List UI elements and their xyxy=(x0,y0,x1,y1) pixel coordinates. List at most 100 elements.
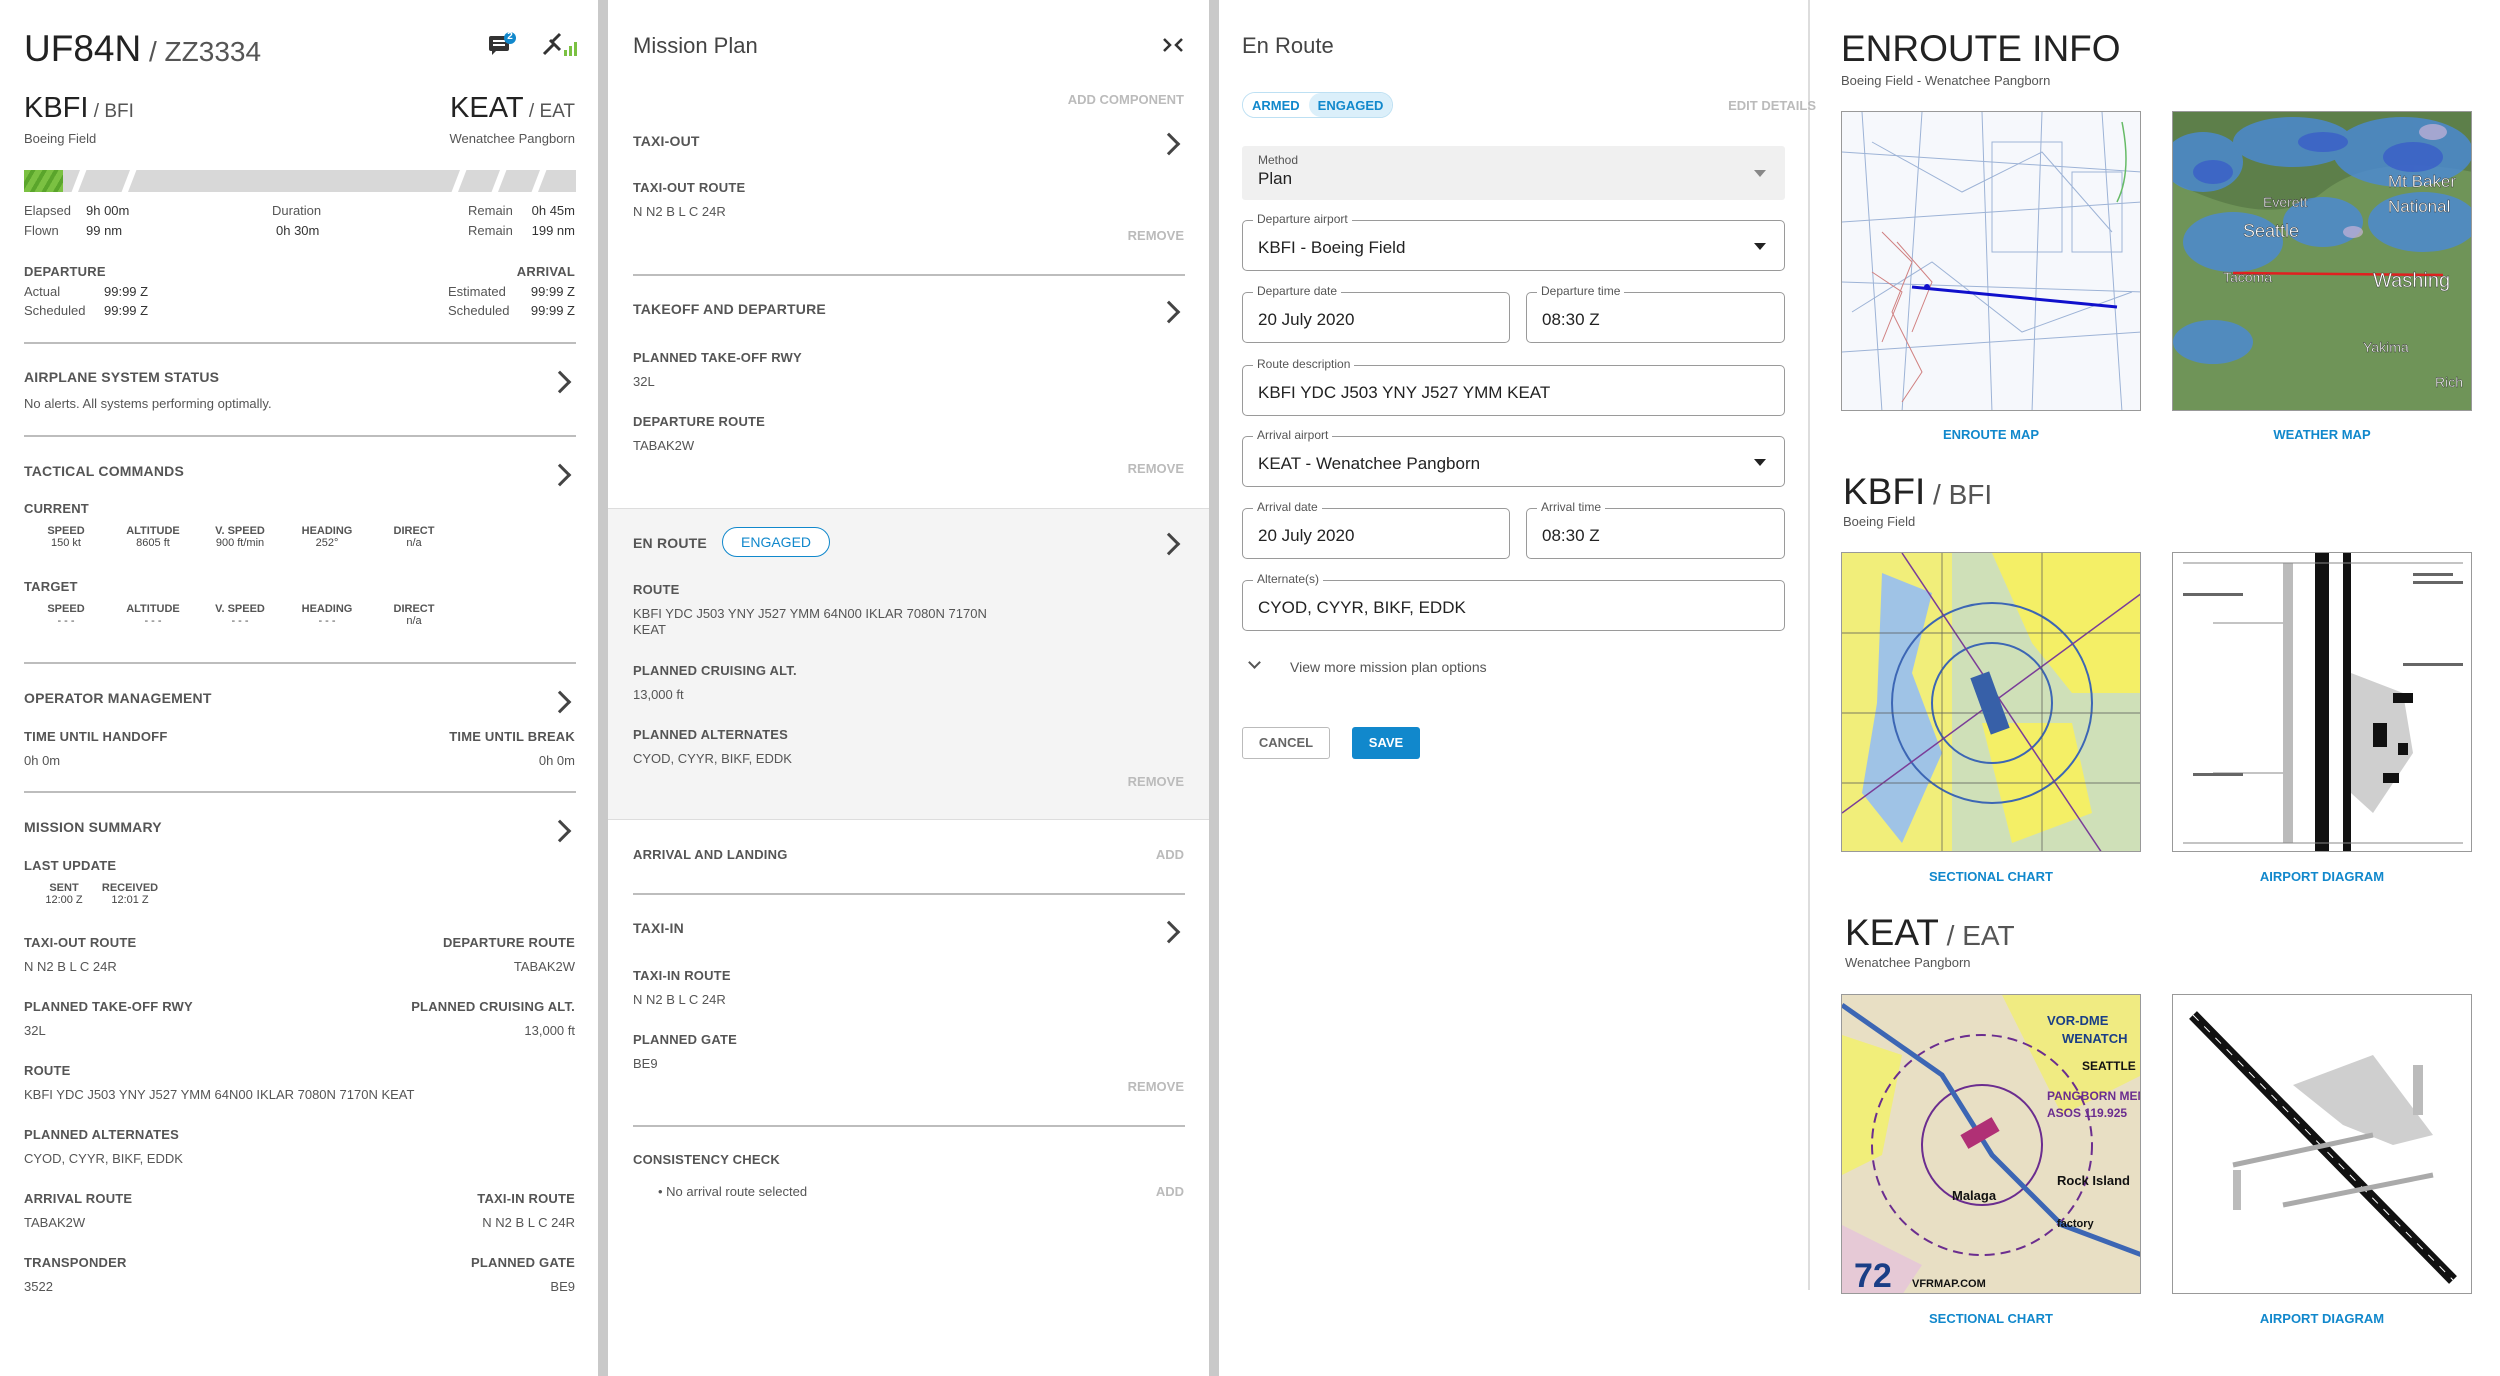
current-vspeed: 900 ft/min xyxy=(215,537,265,549)
wx-city-label: Everett xyxy=(2263,194,2307,210)
keat-heading: KEAT / EAT xyxy=(1845,912,2015,953)
arrival-airport-select[interactable]: Arrival airport KEAT - Wenatchee Pangbor… xyxy=(1242,428,1785,487)
received-label: RECEIVED xyxy=(101,882,159,894)
kbfi-sectional-thumbnail[interactable] xyxy=(1841,552,2141,852)
departure-time-value: 08:30 Z xyxy=(1542,310,1600,329)
method-select[interactable]: Method Plan xyxy=(1242,146,1785,200)
system-status-title: AIRPLANE SYSTEM STATUS xyxy=(24,369,220,385)
edit-details-button[interactable]: EDIT DETAILS xyxy=(1728,98,1816,113)
chevron-right-icon xyxy=(1157,920,1181,944)
collapse-icon[interactable] xyxy=(1162,36,1184,54)
kbfi-airport-diagram-link[interactable]: AIRPORT DIAGRAM xyxy=(2172,869,2472,884)
route-description-field[interactable]: Route description KBFI YDC J503 YNY J527… xyxy=(1242,357,1785,416)
panel-divider xyxy=(1808,0,1810,1290)
chevron-right-icon xyxy=(548,370,572,394)
flown-label: Flown xyxy=(24,223,59,238)
departure-time-field[interactable]: Departure time 08:30 Z xyxy=(1526,284,1785,343)
remove-enroute-button[interactable]: REMOVE xyxy=(1128,774,1184,789)
keat-sectional-link[interactable]: SECTIONAL CHART xyxy=(1841,1311,2141,1326)
enroute-map-link[interactable]: ENROUTE MAP xyxy=(1841,427,2141,442)
flight-progress-bar xyxy=(24,170,576,192)
taxiout-header[interactable]: TAXI-OUT xyxy=(633,128,1185,158)
scheduled-arr-label: Scheduled xyxy=(448,303,510,318)
armed-option[interactable]: ARMED xyxy=(1243,93,1309,117)
destination-airport: KEAT / EAT xyxy=(450,92,575,124)
takeoff-header[interactable]: TAKEOFF AND DEPARTURE xyxy=(633,296,1185,326)
kbfi-airport-diagram-thumbnail[interactable] xyxy=(2172,552,2472,852)
handoff-value: 0h 0m xyxy=(24,753,61,768)
plan-gate-label: PLANNED GATE xyxy=(633,1032,737,1047)
weather-map-thumbnail[interactable]: Everett Seattle Tacoma Yakima Mt Baker N… xyxy=(2172,111,2472,411)
col-vspeed: V. SPEED xyxy=(215,603,265,615)
operator-management-header[interactable]: OPERATOR MANAGEMENT xyxy=(24,682,576,714)
summary-taxiout-value: N N2 B L C 24R xyxy=(24,959,117,974)
alternates-value: CYOD, CYYR, BIKF, EDDK xyxy=(1258,598,1466,617)
col-vspeed: V. SPEED xyxy=(215,525,265,537)
departure-airport-value: KBFI - Boeing Field xyxy=(1258,238,1406,257)
route-description-label: Route description xyxy=(1253,357,1355,371)
alternates-label: Alternate(s) xyxy=(1253,572,1324,586)
duration-label: Duration xyxy=(272,203,322,218)
departure-airport-label: Departure airport xyxy=(1253,212,1352,226)
keat-airport-diagram-link[interactable]: AIRPORT DIAGRAM xyxy=(2172,1311,2472,1326)
target-direct: n/a xyxy=(406,615,422,627)
origin-airport: KBFI / BFI xyxy=(24,92,134,124)
tactical-commands-header[interactable]: TACTICAL COMMANDS xyxy=(24,455,576,487)
chart-label: 72 xyxy=(1854,1257,1892,1294)
route-description-value: KBFI YDC J503 YNY J527 YMM KEAT xyxy=(1258,383,1551,402)
engaged-badge: ENGAGED xyxy=(722,527,831,557)
system-status-section[interactable]: AIRPLANE SYSTEM STATUS No alerts. All sy… xyxy=(24,362,576,422)
chart-label: PANGBORN MEM xyxy=(2047,1089,2141,1103)
add-arrival-button[interactable]: ADD xyxy=(1156,847,1184,862)
save-button[interactable]: SAVE xyxy=(1352,727,1420,759)
col-speed: SPEED xyxy=(47,603,85,615)
remove-taxiin-button[interactable]: REMOVE xyxy=(1128,1079,1184,1094)
departure-date-value: 20 July 2020 xyxy=(1258,310,1355,329)
summary-xpdr-label: TRANSPONDER xyxy=(24,1255,127,1270)
engaged-option[interactable]: ENGAGED xyxy=(1308,93,1393,117)
cancel-button[interactable]: CANCEL xyxy=(1242,727,1330,759)
add-component-button[interactable]: ADD COMPONENT xyxy=(1068,92,1184,107)
current-heading: 252° xyxy=(315,537,339,549)
chevron-right-icon xyxy=(1157,532,1181,556)
taxiin-header[interactable]: TAXI-IN xyxy=(633,916,1185,946)
kbfi-icao: KBFI xyxy=(1843,471,1926,512)
remove-takeoff-button[interactable]: REMOVE xyxy=(1128,461,1184,476)
method-value: Plan xyxy=(1258,169,1293,188)
elapsed-label: Elapsed xyxy=(24,203,71,218)
system-status-text: No alerts. All systems performing optima… xyxy=(24,396,272,411)
arrival-date-field[interactable]: Arrival date 20 July 2020 xyxy=(1242,500,1510,559)
cruise-alt-label: PLANNED CRUISING ALT. xyxy=(633,663,797,678)
arrival-airport-value: KEAT - Wenatchee Pangborn xyxy=(1258,454,1481,473)
scheduled-dep-label: Scheduled xyxy=(24,303,86,318)
add-consistency-button[interactable]: ADD xyxy=(1156,1184,1184,1199)
consistency-item-text: No arrival route selected xyxy=(666,1184,808,1199)
chart-label: Malaga xyxy=(1952,1188,1997,1203)
consistency-item: • No arrival route selected xyxy=(658,1184,808,1199)
taxiout-route-value: N N2 B L C 24R xyxy=(633,204,726,219)
enroute-map-thumbnail[interactable] xyxy=(1841,111,2141,411)
keat-sectional-thumbnail[interactable]: VOR-DME WENATCH PANGBORN MEM ASOS 119.92… xyxy=(1841,994,2141,1294)
duration-value: 0h 30m xyxy=(276,223,320,238)
connection-signal-icon xyxy=(540,32,580,58)
keat-airport-diagram-thumbnail[interactable] xyxy=(2172,994,2472,1294)
more-options-toggle[interactable]: View more mission plan options xyxy=(1248,656,1568,680)
arrival-time-field[interactable]: Arrival time 08:30 Z xyxy=(1526,500,1785,559)
col-direct: DIRECT xyxy=(393,603,435,615)
messages-icon[interactable]: 2 xyxy=(488,31,516,56)
callsign: ZZ3334 xyxy=(164,36,262,67)
alternates-field[interactable]: Alternate(s) CYOD, CYYR, BIKF, EDDK xyxy=(1242,572,1785,631)
summary-alternates-value: CYOD, CYYR, BIKF, EDDK xyxy=(24,1151,183,1166)
departure-date-field[interactable]: Departure date 20 July 2020 xyxy=(1242,284,1510,343)
mission-summary-header[interactable]: MISSION SUMMARY xyxy=(24,811,576,843)
remove-taxiout-button[interactable]: REMOVE xyxy=(1128,228,1184,243)
weather-map-link[interactable]: WEATHER MAP xyxy=(2172,427,2472,442)
departure-airport-select[interactable]: Departure airport KBFI - Boeing Field xyxy=(1242,212,1785,271)
message-count-badge: 2 xyxy=(507,31,513,42)
tail-number: UF84N xyxy=(24,28,142,69)
chevron-right-icon xyxy=(548,690,572,714)
enroute-header[interactable]: EN ROUTE ENGAGED xyxy=(633,526,1185,560)
summary-gate-value: BE9 xyxy=(550,1279,575,1294)
summary-taxiout-label: TAXI-OUT ROUTE xyxy=(24,935,137,950)
kbfi-sectional-link[interactable]: SECTIONAL CHART xyxy=(1841,869,2141,884)
